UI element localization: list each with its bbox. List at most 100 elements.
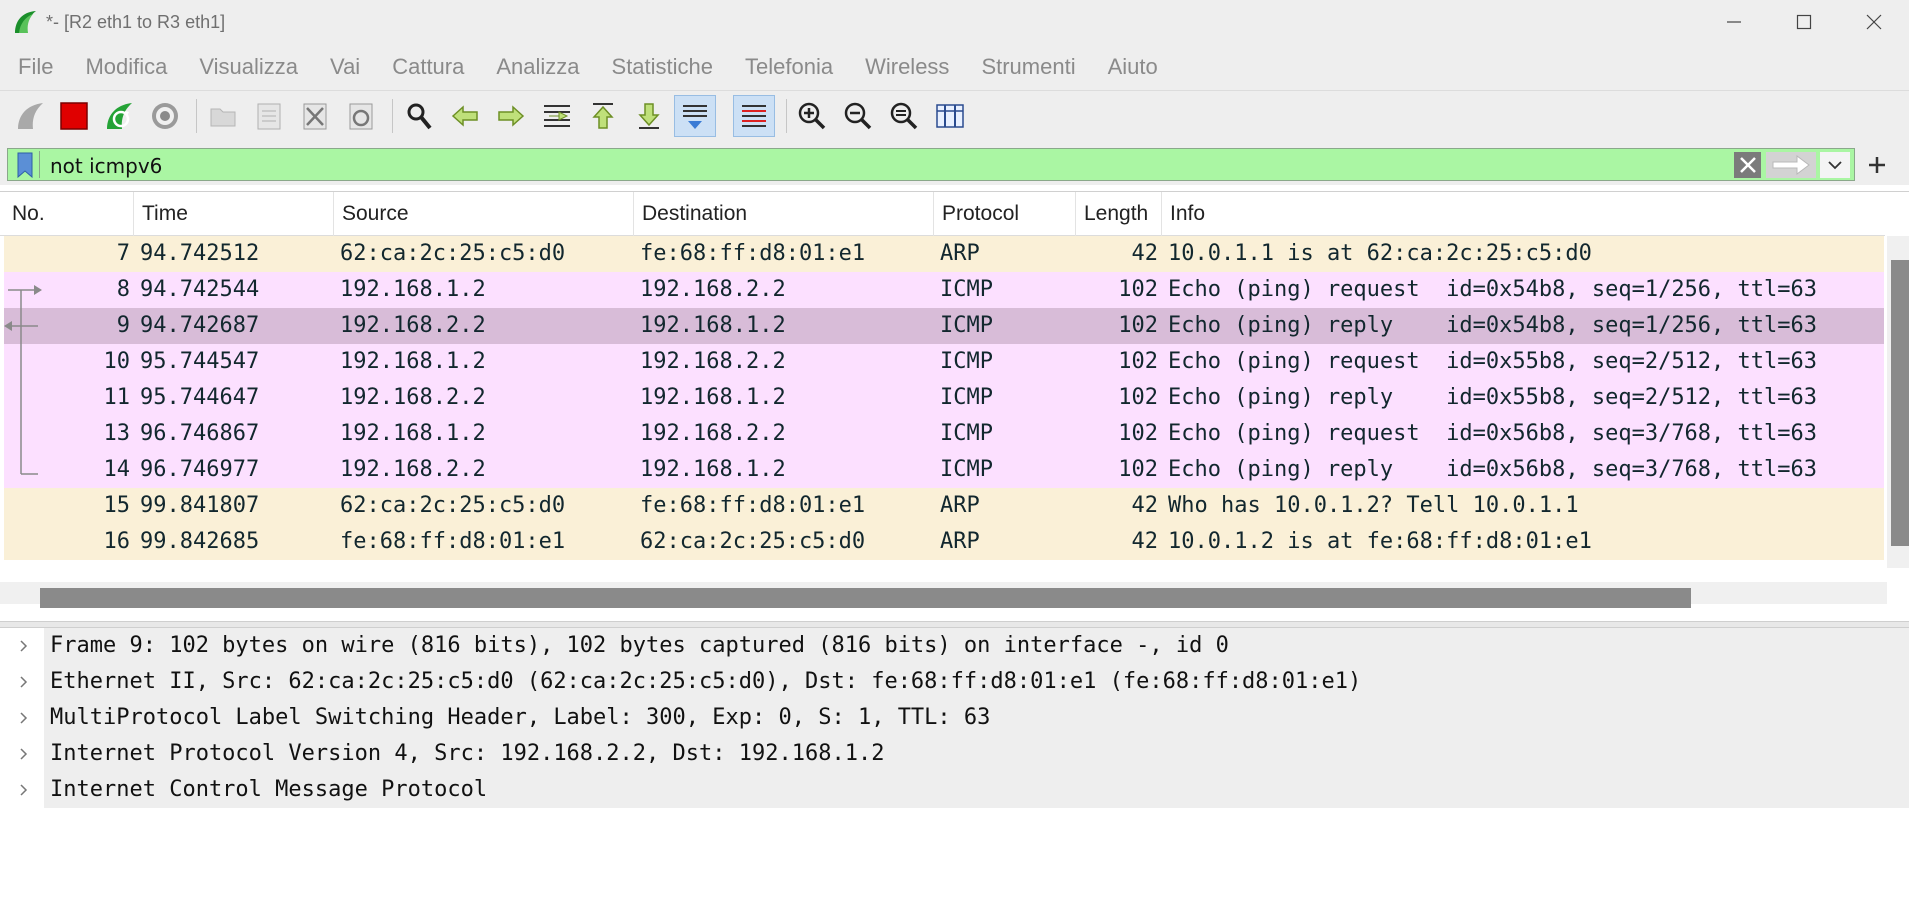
column-header-destination[interactable]: Destination — [634, 192, 934, 236]
menu-modifica[interactable]: Modifica — [69, 54, 183, 80]
resize-columns-button[interactable] — [929, 95, 971, 137]
menu-visualizza[interactable]: Visualizza — [183, 54, 314, 80]
go-to-packet-button[interactable] — [536, 95, 578, 137]
filter-toolbar: not icmpv6 — [0, 141, 1909, 185]
go-forward-button[interactable] — [490, 95, 532, 137]
packet-row[interactable]: 13 96.746867 192.168.1.2 192.168.2.2 ICMP 102… — [4, 416, 1884, 452]
packet-row[interactable]: 7 94.742512 62:ca:2c:25:c5:d0 fe:68:ff:d8:0… — [4, 236, 1884, 272]
detail-tree-label: MultiProtocol Label Switching Header, La… — [50, 705, 991, 730]
cell-time: 94.742544 — [140, 277, 260, 302]
open-file-button[interactable] — [202, 95, 244, 137]
close-file-icon — [303, 103, 327, 130]
cell-length: 102 — [1118, 457, 1158, 482]
detail-tree-item[interactable]: Ethernet II, Src: 62:ca:2c:25:c5:d0 (62:… — [0, 664, 1909, 700]
stop-capture-icon — [60, 102, 88, 130]
display-filter-field[interactable]: not icmpv6 — [7, 148, 1855, 181]
maximize-button[interactable] — [1769, 0, 1839, 44]
display-filter-input[interactable]: not icmpv6 — [50, 154, 162, 178]
find-packet-icon — [407, 103, 432, 130]
start-capture-button[interactable] — [9, 95, 51, 137]
cell-time: 94.742687 — [140, 313, 260, 338]
cell-source: 192.168.1.2 — [340, 421, 486, 446]
cell-no: 16 — [103, 529, 131, 554]
menu-analizza[interactable]: Analizza — [480, 54, 595, 80]
column-header-time[interactable]: Time — [134, 192, 334, 236]
detail-tree-item[interactable]: Frame 9: 102 bytes on wire (816 bits), 1… — [0, 628, 1909, 664]
packet-row[interactable]: 10 95.744547 192.168.1.2 192.168.2.2 ICMP 102… — [4, 344, 1884, 380]
packet-row[interactable]: 16 99.842685 fe:68:ff:d8:01:e1 62:ca:2c:25:… — [4, 524, 1884, 560]
filter-bookmark-button[interactable] — [10, 151, 40, 178]
restart-capture-button[interactable] — [98, 95, 140, 137]
cell-info: Echo (ping) reply id=0x56b8, seq=3/768, … — [1168, 457, 1818, 482]
normal-size-button[interactable] — [883, 95, 925, 137]
maximize-icon — [1796, 14, 1812, 30]
zoom-out-button[interactable] — [837, 95, 879, 137]
filter-history-dropdown[interactable] — [1820, 152, 1850, 178]
packet-row[interactable]: 11 95.744647 192.168.2.2 192.168.1.2 ICMP 102… — [4, 380, 1884, 416]
cell-source: 62:ca:2c:25:c5:d0 — [340, 241, 566, 266]
save-file-button[interactable] — [248, 95, 290, 137]
auto-scroll-button[interactable] — [674, 95, 716, 137]
toolbar-separator — [786, 99, 787, 133]
find-packet-button[interactable] — [398, 95, 440, 137]
menu-telefonia[interactable]: Telefonia — [729, 54, 849, 80]
packet-row[interactable]: 9 94.742687 192.168.2.2 192.168.1.2 ICMP 102 E… — [4, 308, 1884, 344]
menu-strumenti[interactable]: Strumenti — [965, 54, 1091, 80]
column-header-protocol[interactable]: Protocol — [934, 192, 1076, 236]
menu-file[interactable]: File — [2, 54, 69, 80]
packet-details-pane: Frame 9: 102 bytes on wire (816 bits), 1… — [0, 628, 1909, 900]
chevron-right-icon[interactable] — [16, 638, 32, 654]
detail-tree-item[interactable]: Internet Protocol Version 4, Src: 192.16… — [0, 736, 1909, 772]
cell-protocol: ICMP — [940, 277, 993, 302]
filter-clear-button[interactable] — [1734, 152, 1761, 178]
colorize-icon — [742, 105, 766, 127]
first-packet-button[interactable] — [582, 95, 624, 137]
packet-list-rows: 7 94.742512 62:ca:2c:25:c5:d0 fe:68:ff:d8:0… — [4, 236, 1884, 560]
last-packet-button[interactable] — [628, 95, 670, 137]
detail-tree-item[interactable]: MultiProtocol Label Switching Header, La… — [0, 700, 1909, 736]
menu-vai[interactable]: Vai — [314, 54, 376, 80]
zoom-in-button[interactable] — [791, 95, 833, 137]
detail-tree-label: Internet Control Message Protocol — [50, 777, 488, 802]
colorize-button[interactable] — [733, 95, 775, 137]
packet-row[interactable]: 15 99.841807 62:ca:2c:25:c5:d0 fe:68:ff:d8:… — [4, 488, 1884, 524]
cell-source: 192.168.1.2 — [340, 349, 486, 374]
go-back-button[interactable] — [444, 95, 486, 137]
pane-splitter[interactable] — [0, 621, 1909, 628]
detail-tree-label: Frame 9: 102 bytes on wire (816 bits), 1… — [50, 633, 1229, 658]
column-header-source[interactable]: Source — [334, 192, 634, 236]
menu-statistiche[interactable]: Statistiche — [596, 54, 730, 80]
column-header-info[interactable]: Info — [1162, 192, 1885, 236]
chevron-right-icon[interactable] — [16, 674, 32, 690]
chevron-right-icon[interactable] — [16, 746, 32, 762]
menu-wireless[interactable]: Wireless — [849, 54, 965, 80]
column-header-length[interactable]: Length — [1076, 192, 1162, 236]
cell-info: Echo (ping) request id=0x54b8, seq=1/256… — [1168, 277, 1818, 302]
capture-options-button[interactable] — [144, 95, 186, 137]
minimize-button[interactable] — [1699, 0, 1769, 44]
menu-aiuto[interactable]: Aiuto — [1092, 54, 1174, 80]
menu-cattura[interactable]: Cattura — [376, 54, 480, 80]
clear-icon — [1739, 157, 1756, 173]
cell-source: 192.168.1.2 — [340, 277, 486, 302]
column-header-no[interactable]: No. — [4, 192, 134, 236]
stop-capture-button[interactable] — [53, 95, 95, 137]
horizontal-scrollbar-thumb[interactable] — [40, 588, 1691, 608]
close-button[interactable] — [1839, 0, 1909, 44]
detail-tree-item[interactable]: Internet Control Message Protocol — [0, 772, 1909, 808]
toolbar-separator — [196, 99, 197, 133]
filter-apply-button[interactable] — [1766, 152, 1816, 178]
packet-row[interactable]: 8 94.742544 192.168.1.2 192.168.2.2 ICMP 102 E… — [4, 272, 1884, 308]
cell-destination: 192.168.2.2 — [640, 277, 786, 302]
packet-row[interactable]: 14 96.746977 192.168.2.2 192.168.1.2 ICMP 102… — [4, 452, 1884, 488]
chevron-right-icon[interactable] — [16, 710, 32, 726]
first-packet-icon — [592, 103, 614, 129]
vertical-scrollbar-thumb[interactable] — [1891, 260, 1909, 546]
reload-file-button[interactable] — [340, 95, 382, 137]
chevron-right-icon[interactable] — [16, 782, 32, 798]
cell-no: 7 — [116, 241, 130, 266]
add-filter-button[interactable] — [1862, 148, 1892, 181]
close-file-button[interactable] — [294, 95, 336, 137]
cell-length: 102 — [1118, 385, 1158, 410]
cell-length: 102 — [1118, 421, 1158, 446]
